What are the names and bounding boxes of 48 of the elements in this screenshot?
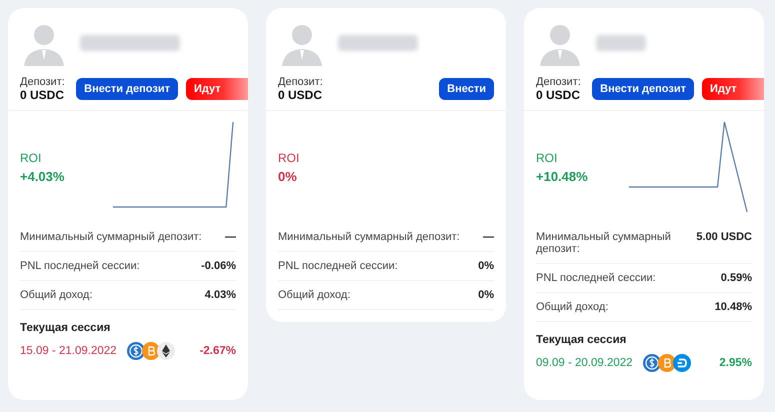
stat-value: 5.00 USDC [696,231,752,243]
stat-label: Минимальный суммарный депозит: [278,231,460,243]
deposit-button[interactable]: Внести депозит [592,78,694,100]
stat-value: -0.06% [201,260,236,272]
stat-label: Минимальный суммарный депозит: [20,231,202,243]
stat-label: Общий доход: [278,289,350,301]
roi-value: +4.03% [20,168,66,184]
bitcoin-icon [142,342,160,360]
stat-value: — [483,231,494,243]
roi-value: +10.48% [536,168,589,184]
stat-label: PNL последней сессии: [20,260,140,272]
session-dates: 09.09 - 20.09.2022 [536,357,633,369]
status-button[interactable]: Идут [186,78,248,100]
roi-label: ROI [20,150,42,164]
stat-value: 0% [478,260,494,272]
deposit-value: 0 USDC [20,88,65,102]
stat-value: 0% [478,289,494,301]
dollar-coin-icon [642,354,661,372]
stat-value: 4.03% [204,289,236,301]
stat-value: 10.48% [714,301,752,313]
session-result: 2.95% [719,357,752,369]
stat-label: PNL последней сессии: [278,260,398,272]
dash-coin-icon [672,354,691,372]
bitcoin-icon [658,354,676,372]
stat-value: 0.59% [720,272,752,284]
roi-value: 0% [278,168,298,184]
deposit-button[interactable]: Внести депозит [76,78,178,100]
stat-label: PNL последней сессии: [536,272,656,284]
roi-label: ROI [278,150,300,164]
deposit-value: 0 USDC [278,88,323,102]
session-title: Текущая сессия [535,333,628,348]
roi-label: ROI [536,150,558,164]
stat-label: Минимальный суммарный депозит: [536,231,672,255]
deposit-value: 0 USDC [536,88,581,102]
session-title: Текущая сессия [19,321,112,336]
deposit-label: Депозит: [278,76,323,88]
deposit-label: Депозит: [20,76,65,88]
status-button[interactable]: Идут [702,78,764,100]
stat-value: — [225,231,236,243]
dollar-coin-icon [126,342,145,360]
blurred-name [596,35,646,51]
deposit-label: Депозит: [536,76,581,88]
deposit-button[interactable]: Внести [439,78,494,100]
session-dates: 15.09 - 21.09.2022 [20,345,117,357]
stat-label: Общий доход: [536,301,608,313]
stat-label: Общий доход: [20,289,92,301]
ethereum-icon [156,342,175,360]
session-result: -2.67% [200,345,236,357]
